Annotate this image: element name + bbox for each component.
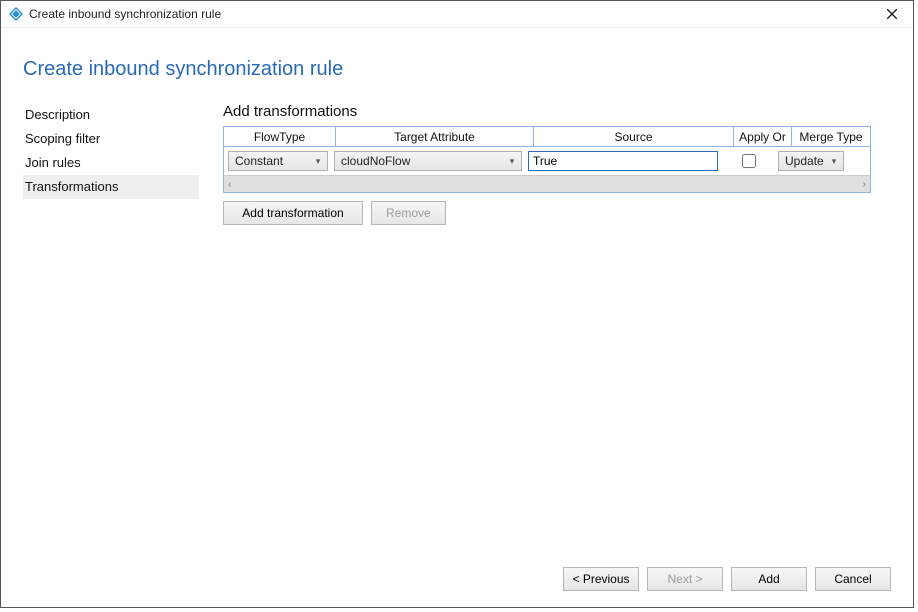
col-header-target: Target Attribute [336,127,534,147]
dialog-body: Create inbound synchronization rule Desc… [1,28,913,607]
apply-once-cell [724,151,772,171]
scroll-left-icon[interactable]: ‹ [228,179,231,190]
table-header-row: FlowType Target Attribute Source Apply O… [224,127,870,147]
target-attribute-value: cloudNoFlow [341,154,505,168]
transformations-table: FlowType Target Attribute Source Apply O… [223,126,871,193]
section-heading: Add transformations [223,103,891,120]
horizontal-scrollbar[interactable]: ‹ › [224,175,870,192]
button-label: Remove [386,206,431,220]
col-header-merge: Merge Type [792,127,870,147]
sidebar-item-scoping-filter[interactable]: Scoping filter [23,127,199,151]
flowtype-select-value: Constant [235,154,311,168]
button-label: < Previous [572,572,629,586]
sidebar-item-join-rules[interactable]: Join rules [23,151,199,175]
col-header-source: Source [534,127,734,147]
table-row: Constant ▾ cloudNoFlow ▾ Update [224,147,870,175]
add-button[interactable]: Add [731,567,807,591]
button-label: Next > [667,572,702,586]
button-label: Add [758,572,779,586]
target-attribute-select[interactable]: cloudNoFlow ▾ [334,151,522,171]
sidebar-item-label: Join rules [25,155,81,170]
sidebar-item-label: Scoping filter [25,131,100,146]
close-button[interactable] [879,4,905,24]
merge-type-value: Update [785,154,827,168]
col-header-flowtype: FlowType [224,127,336,147]
page-title: Create inbound synchronization rule [23,58,891,81]
cancel-button[interactable]: Cancel [815,567,891,591]
dialog-window: Create inbound synchronization rule Crea… [0,0,914,608]
titlebar: Create inbound synchronization rule [1,1,913,28]
chevron-down-icon: ▾ [505,156,519,167]
close-icon [887,9,897,19]
flowtype-select[interactable]: Constant ▾ [228,151,328,171]
chevron-down-icon: ▾ [311,156,325,167]
sidebar-item-description[interactable]: Description [23,103,199,127]
chevron-down-icon: ▾ [827,156,841,167]
add-transformation-button[interactable]: Add transformation [223,201,363,225]
sidebar-item-transformations[interactable]: Transformations [23,175,199,199]
app-icon [9,7,23,21]
button-label: Add transformation [242,206,343,220]
source-input[interactable] [528,151,718,171]
previous-button[interactable]: < Previous [563,567,639,591]
table-actions: Add transformation Remove [223,201,891,225]
apply-once-checkbox[interactable] [742,154,756,168]
main-panel: Add transformations FlowType Target Attr… [199,103,891,225]
col-header-applyonce: Apply Or [734,127,792,147]
wizard-steps-sidebar: Description Scoping filter Join rules Tr… [23,103,199,199]
sidebar-item-label: Transformations [25,179,118,194]
content-row: Description Scoping filter Join rules Tr… [23,103,891,225]
remove-button[interactable]: Remove [371,201,446,225]
merge-type-select[interactable]: Update ▾ [778,151,844,171]
sidebar-item-label: Description [25,107,90,122]
window-title: Create inbound synchronization rule [29,7,221,21]
wizard-footer: < Previous Next > Add Cancel [563,567,891,591]
button-label: Cancel [834,572,871,586]
scroll-right-icon[interactable]: › [863,179,866,190]
next-button[interactable]: Next > [647,567,723,591]
